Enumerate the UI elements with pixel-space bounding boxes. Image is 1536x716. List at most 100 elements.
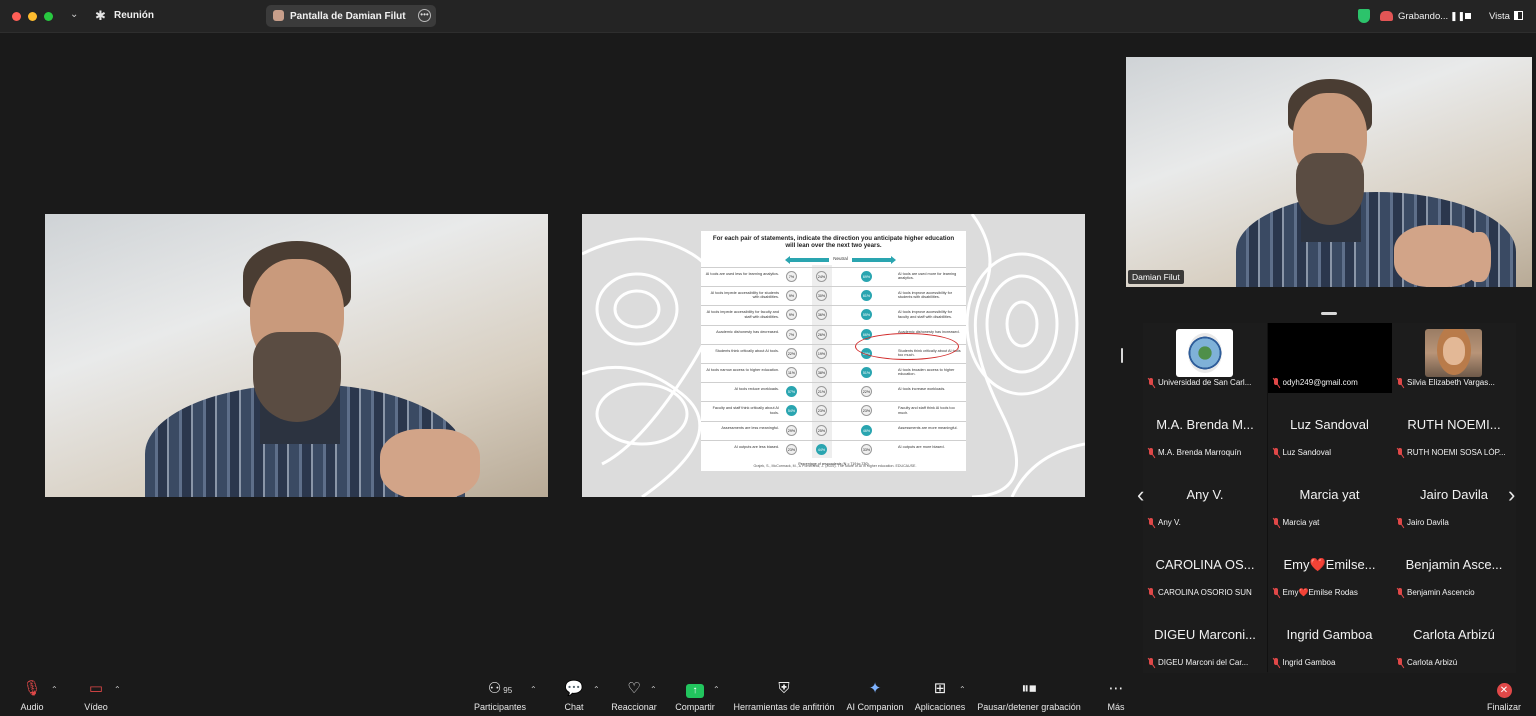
sparkle-icon: ✦: [868, 680, 882, 697]
survey-percent-dot: 24%: [816, 271, 827, 282]
share-button[interactable]: ↑ Compartir: [672, 680, 718, 712]
host-tools-button[interactable]: ⛨ Herramientas de anfitrión: [730, 680, 838, 712]
survey-percent-dot: 51%: [861, 367, 872, 378]
participants-button[interactable]: ⚇ 95 Participantes: [468, 680, 532, 712]
video-options-caret-icon[interactable]: ⌃: [114, 685, 121, 694]
survey-percent-dot: 44%: [816, 443, 827, 455]
participant-tile[interactable]: M.A. Brenda M... M.A. Brenda Marroquín: [1143, 393, 1267, 463]
pause-recording-icon[interactable]: ❚❚: [1450, 11, 1465, 22]
audio-options-caret-icon[interactable]: ⌃: [51, 685, 58, 694]
shared-slide[interactable]: For each pair of statements, indicate th…: [582, 214, 1085, 497]
pause-stop-icon: ⏸⏹: [1021, 680, 1037, 697]
survey-right-statement: AI outputs are more biased.: [898, 444, 945, 449]
right-arrow-icon: [852, 256, 896, 264]
chevron-down-icon[interactable]: ⌄: [70, 9, 78, 20]
audio-button[interactable]: 🎙 Audio: [14, 680, 50, 712]
survey-right-statement: AI tools improve accessibility for stude…: [898, 291, 953, 300]
participant-display-name: Marcia yat: [1299, 487, 1360, 502]
participant-tile[interactable]: odyh249@gmail.com: [1267, 323, 1392, 393]
participant-tile[interactable]: Luz Sandoval Luz Sandoval: [1267, 393, 1392, 463]
survey-percent-dot: 33%: [861, 443, 872, 455]
slide-title: For each pair of statements, indicate th…: [712, 235, 955, 249]
pause-stop-recording-button[interactable]: ⏸⏹ Pausar/detener grabación: [974, 680, 1084, 712]
survey-left-statement: Faculty and staff think critically about…: [712, 406, 779, 415]
survey-right-statement: AI tools improve accessibility for facul…: [898, 310, 953, 319]
fullscreen-window-button[interactable]: [44, 12, 53, 21]
survey-percent-dot: 57%: [786, 386, 797, 398]
participant-tile[interactable]: Ingrid Gamboa Ingrid Gamboa: [1267, 603, 1392, 673]
end-meeting-button[interactable]: ✕ Finalizar: [1484, 680, 1524, 712]
stop-recording-icon[interactable]: [1465, 13, 1471, 19]
gallery-prev-page-icon[interactable]: ‹: [1137, 482, 1144, 508]
participant-tile[interactable]: Universidad de San Carl...: [1143, 323, 1267, 393]
participant-tile[interactable]: Jairo Davila Jairo Davila: [1392, 463, 1516, 533]
more-button[interactable]: ⋯ Más: [1100, 680, 1132, 712]
video-button[interactable]: ▭ Vídeo: [76, 680, 116, 712]
resize-divider-handle[interactable]: [1121, 348, 1123, 363]
minimize-window-button[interactable]: [28, 12, 37, 21]
more-options-icon[interactable]: •••: [418, 9, 431, 22]
gallery-next-page-icon[interactable]: ›: [1508, 482, 1515, 508]
participant-tile[interactable]: Carlota Arbizú Carlota Arbizú: [1392, 603, 1516, 673]
profile-photo-avatar: [1425, 329, 1482, 377]
muted-mic-icon: [1273, 448, 1280, 458]
muted-mic-icon: [1273, 518, 1280, 528]
react-options-caret-icon[interactable]: ⌃: [650, 685, 657, 694]
muted-mic-icon: [1397, 588, 1404, 598]
top-bar: ⌄ ✱ Reunión Pantalla de Damian Filut •••…: [0, 0, 1536, 33]
view-menu-label[interactable]: Vista: [1489, 11, 1510, 22]
speaker-video-tile[interactable]: [45, 214, 548, 497]
recording-status: Grabando...: [1398, 11, 1449, 22]
participant-name-label: Emy❤️Emilse Rodas: [1282, 588, 1358, 597]
participant-tile[interactable]: Silvia Elizabeth Vargas...: [1392, 323, 1516, 393]
ai-companion-button[interactable]: ✦ AI Companion: [845, 680, 905, 712]
close-window-button[interactable]: [12, 12, 21, 21]
survey-right-statement: AI tools increase workloads.: [898, 387, 946, 392]
participant-tile[interactable]: Any V. Any V.: [1143, 463, 1267, 533]
participant-name-label: Marcia yat: [1282, 518, 1320, 527]
participant-tile[interactable]: Marcia yat Marcia yat: [1267, 463, 1392, 533]
video-label: Vídeo: [84, 702, 108, 712]
survey-row: AI tools impede accessibility for facult…: [701, 305, 966, 321]
survey-row: Assessments are less meaningful. 29% 25% 46…: [701, 420, 966, 437]
survey-percent-dot: 23%: [786, 443, 797, 455]
share-pill-label: Pantalla de Damian Filut: [290, 11, 406, 22]
participant-name-label: Any V.: [1158, 518, 1181, 527]
participant-tile[interactable]: Benjamin Asce... Benjamin Ascencio: [1392, 533, 1516, 603]
participant-display-name: Any V.: [1186, 487, 1224, 502]
share-label: Compartir: [675, 702, 715, 712]
view-layout-icon[interactable]: [1514, 11, 1523, 20]
survey-percent-dot: 46%: [861, 424, 872, 436]
security-shield-icon[interactable]: [1358, 9, 1370, 23]
survey-percent-dot: 23%: [816, 405, 827, 417]
survey-percent-dot: 36%: [816, 309, 827, 321]
muted-mic-icon: [1397, 658, 1404, 668]
survey-left-statement: AI tools are used less for learning anal…: [705, 272, 779, 276]
survey-left-statement: Assessments are less meaningful.: [721, 425, 779, 430]
self-video-tile[interactable]: Damian Filut: [1126, 57, 1532, 287]
participants-options-caret-icon[interactable]: ⌃: [530, 685, 537, 694]
meeting-info-icon[interactable]: ✱: [95, 8, 106, 24]
share-options-caret-icon[interactable]: ⌃: [713, 685, 720, 694]
apps-options-caret-icon[interactable]: ⌃: [959, 685, 966, 694]
chat-button[interactable]: 💬 Chat: [556, 680, 592, 712]
survey-left-statement: Students think critically about AI tools…: [715, 348, 779, 353]
gallery-drag-handle[interactable]: [1321, 312, 1337, 315]
participant-display-name: RUTH NOEMI...: [1407, 417, 1501, 432]
chat-bubble-icon: 💬: [564, 680, 584, 697]
muted-mic-icon: [1148, 448, 1155, 458]
participant-name-label: odyh249@gmail.com: [1282, 378, 1358, 387]
participant-tile[interactable]: Emy❤️Emilse... Emy❤️Emilse Rodas: [1267, 533, 1392, 603]
meeting-title[interactable]: Reunión: [114, 10, 154, 21]
participant-tile[interactable]: RUTH NOEMI... RUTH NOEMI SOSA LÓP...: [1392, 393, 1516, 463]
participant-tile[interactable]: DIGEU Marconi... DIGEU Marconi del Car...: [1143, 603, 1267, 673]
survey-percent-dot: 29%: [786, 424, 797, 436]
participant-display-name: DIGEU Marconi...: [1154, 627, 1256, 642]
chat-options-caret-icon[interactable]: ⌃: [593, 685, 600, 694]
participant-display-name: Benjamin Asce...: [1405, 557, 1503, 572]
sharer-avatar-icon: [273, 10, 284, 21]
survey-percent-dot: 9%: [786, 309, 797, 321]
screen-share-pill[interactable]: Pantalla de Damian Filut •••: [266, 5, 436, 27]
participant-display-name: M.A. Brenda M...: [1156, 417, 1254, 432]
participant-tile[interactable]: CAROLINA OS... CAROLINA OSORIO SUN: [1143, 533, 1267, 603]
